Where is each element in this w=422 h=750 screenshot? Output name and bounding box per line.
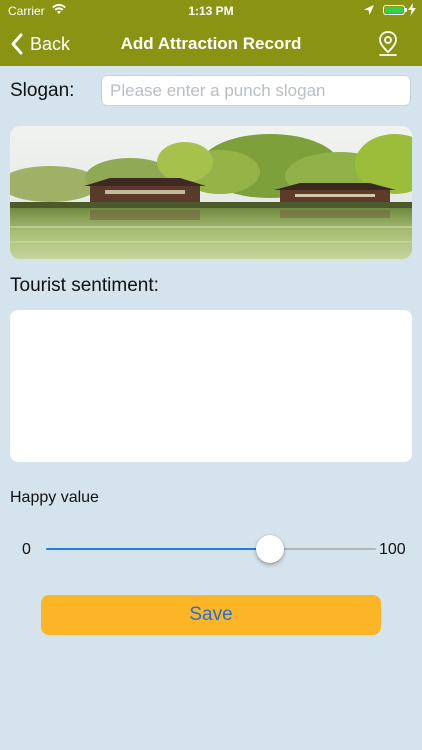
slider-max-label: 100 <box>379 541 406 558</box>
lake-pavilion-image <box>10 126 412 259</box>
slogan-input[interactable] <box>101 75 411 106</box>
header-bar: Carrier 1:13 PM Back Add Attraction Reco… <box>0 0 422 66</box>
status-bar: Carrier 1:13 PM <box>0 0 422 22</box>
save-button[interactable]: Save <box>41 595 381 635</box>
location-arrow-icon <box>364 5 374 15</box>
map-pin-icon[interactable] <box>376 30 400 58</box>
slider-min-label: 0 <box>22 541 31 558</box>
sentiment-label: Tourist sentiment: <box>10 275 159 296</box>
happy-value-slider[interactable] <box>46 533 376 565</box>
attraction-photo[interactable] <box>10 126 412 259</box>
slogan-label: Slogan: <box>10 80 75 101</box>
charging-bolt-icon <box>408 3 416 16</box>
sentiment-textarea[interactable] <box>10 310 412 462</box>
happy-value-label: Happy value <box>10 489 99 506</box>
slider-track-fill <box>46 548 271 550</box>
page-title: Add Attraction Record <box>120 34 302 53</box>
status-time: 1:13 PM <box>188 4 234 18</box>
slider-thumb[interactable] <box>256 535 285 563</box>
battery-icon <box>383 5 407 15</box>
navigation-bar: Back Add Attraction Record <box>0 22 422 66</box>
